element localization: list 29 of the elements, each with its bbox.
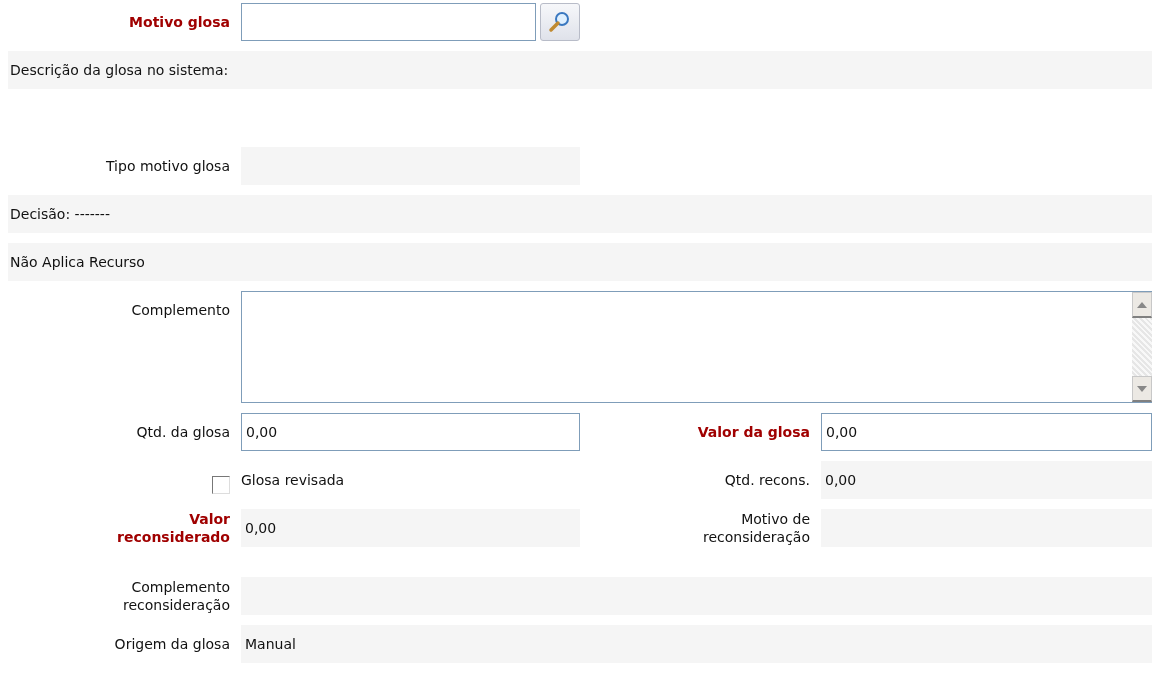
motivo-input-field[interactable] <box>241 3 536 41</box>
input-field[interactable]: 0,00 <box>821 413 1152 451</box>
field-label: Complemento <box>131 301 230 319</box>
search-icon <box>548 10 572 34</box>
field-label: Complemento reconsideração <box>121 578 230 614</box>
field-value: 0,00 <box>245 520 277 536</box>
field-value: Manual <box>245 636 296 652</box>
info-text: Descrição da glosa no sistema: <box>10 62 229 78</box>
field-label: Origem da glosa <box>114 635 230 653</box>
checkbox[interactable] <box>212 476 230 494</box>
field-label: Motivo de reconsideração <box>701 510 810 546</box>
field-label: Qtd. da glosa <box>136 423 230 441</box>
scrollbar[interactable] <box>1132 292 1152 402</box>
text-area[interactable] <box>241 291 1152 403</box>
field-value: 0,00 <box>825 472 857 488</box>
field-label: Motivo glosa <box>129 13 230 31</box>
up-arrow-icon <box>1137 301 1147 308</box>
down-arrow-icon <box>1137 385 1147 392</box>
info-text: Não Aplica Recurso <box>10 254 145 270</box>
info-text: Decisão: ------- <box>10 206 110 222</box>
scroll-down-button[interactable] <box>1132 376 1152 402</box>
field-label: Qtd. recons. <box>724 471 810 489</box>
field-label: Valor da glosa <box>697 423 810 441</box>
field-label: Valor reconsiderado <box>116 510 230 546</box>
search-button[interactable] <box>540 3 580 41</box>
field-label: Tipo motivo glosa <box>106 157 230 175</box>
checkbox-label: Glosa revisada <box>241 471 345 490</box>
input-field[interactable]: 0,00 <box>241 413 580 451</box>
scroll-up-button[interactable] <box>1132 292 1152 318</box>
